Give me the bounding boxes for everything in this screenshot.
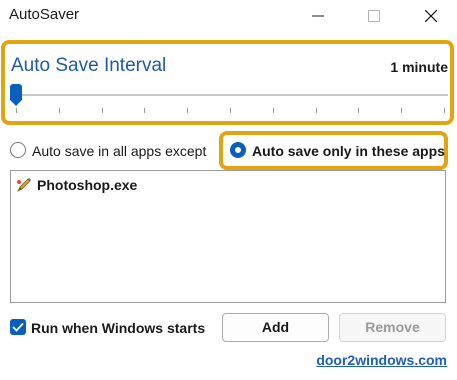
run-at-startup-label: Run when Windows starts — [31, 320, 206, 336]
maximize-icon — [368, 10, 380, 22]
radio-only-label: Auto save only in these apps — [252, 143, 445, 159]
interval-title: Auto Save Interval — [11, 55, 167, 76]
close-icon — [425, 10, 437, 22]
close-button[interactable] — [408, 0, 454, 32]
website-link[interactable]: door2windows.com — [316, 352, 447, 368]
slider-tick — [401, 108, 403, 113]
slider-tick — [272, 108, 274, 113]
radio-except-indicator — [10, 142, 26, 158]
interval-value: 1 minute — [390, 59, 448, 75]
app-name: Photoshop.exe — [37, 177, 138, 193]
slider-tick — [315, 108, 317, 113]
slider-tick — [144, 108, 146, 113]
add-button[interactable]: Add — [222, 313, 329, 342]
slider-tick — [16, 108, 17, 113]
window-title: AutoSaver — [9, 6, 80, 23]
title-bar: AutoSaver — [0, 0, 457, 32]
minimize-icon — [312, 15, 324, 17]
radio-except-label: Auto save in all apps except — [32, 143, 207, 159]
radio-only-indicator — [230, 142, 246, 158]
slider-tick — [101, 108, 103, 113]
run-at-startup-checkbox[interactable] — [10, 319, 26, 335]
slider-tick — [444, 108, 445, 113]
maximize-button[interactable] — [351, 0, 397, 32]
photoshop-app-icon — [17, 178, 31, 192]
checkmark-icon — [12, 322, 24, 332]
interval-slider-track[interactable] — [12, 94, 448, 96]
app-list[interactable]: Photoshop.exe — [10, 170, 446, 303]
slider-tick — [358, 108, 360, 113]
minimize-button[interactable] — [295, 0, 341, 32]
slider-tick — [230, 108, 231, 113]
interval-highlight-box — [1, 40, 454, 125]
slider-tick — [187, 108, 189, 113]
remove-button[interactable]: Remove — [339, 313, 446, 342]
slider-tick — [58, 108, 60, 113]
